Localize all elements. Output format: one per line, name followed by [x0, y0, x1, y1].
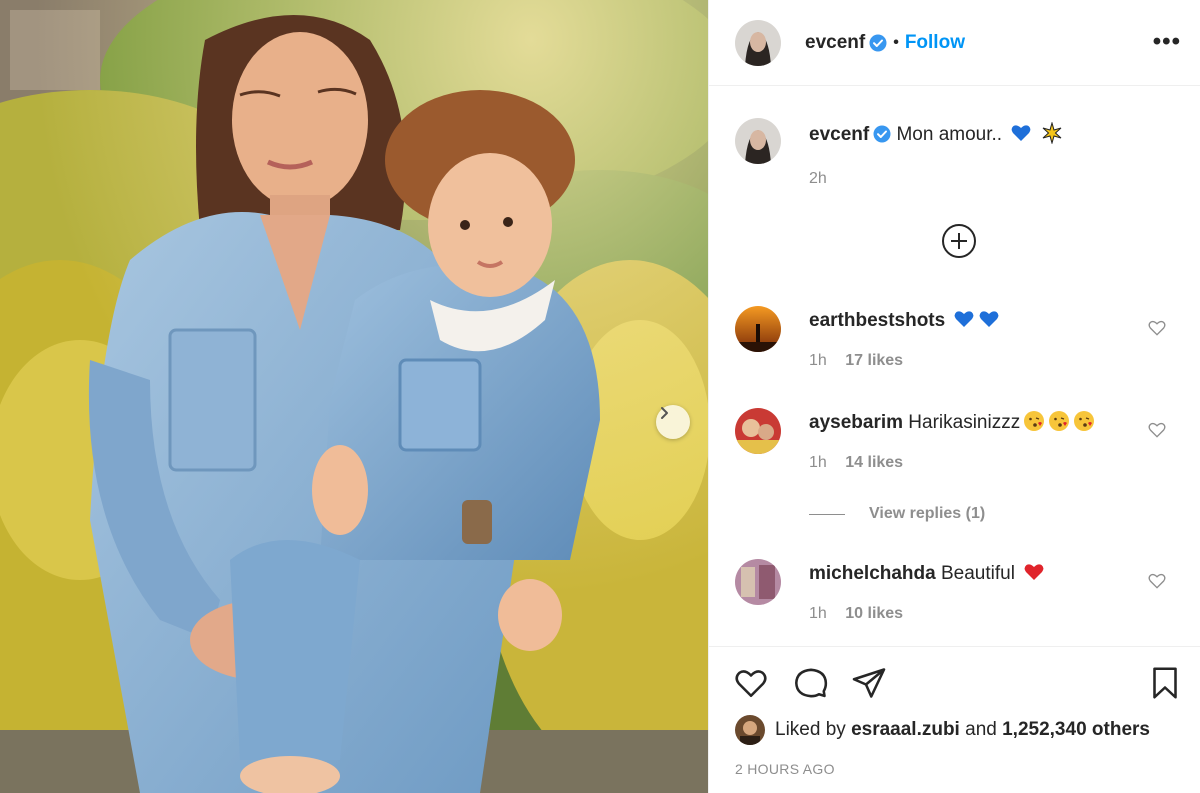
- follow-button[interactable]: Follow: [905, 32, 965, 54]
- caption-avatar[interactable]: [735, 118, 781, 164]
- avatar-image: [735, 559, 781, 605]
- kiss-face-icon: [1074, 411, 1095, 431]
- bookmark-icon[interactable]: [1147, 665, 1183, 701]
- chevron-right-icon: [661, 407, 668, 419]
- kiss-face-icon: [1049, 411, 1070, 431]
- comment-item: aysebarim Harikasinizzz 1h 14 likes: [735, 408, 1175, 471]
- post-actions: Liked by esraaal.zubi and 1,252,340 othe…: [709, 646, 1200, 793]
- comment-meta: 1h 17 likes: [809, 352, 903, 370]
- post-side-panel: evcenf • Follow ••• evcenf Mon amour.. 2…: [708, 0, 1200, 793]
- next-photo-button[interactable]: [656, 405, 690, 439]
- heart-outline-icon[interactable]: [733, 665, 769, 701]
- avatar-image: [735, 118, 781, 164]
- comment-body: aysebarim Harikasinizzz: [809, 408, 1095, 438]
- verified-badge-icon: [873, 125, 891, 143]
- comment-text: Beautiful: [941, 563, 1015, 584]
- caption: evcenf Mon amour..: [735, 118, 1063, 164]
- comment-username[interactable]: aysebarim: [809, 412, 903, 433]
- avatar-image: [735, 715, 765, 745]
- kiss-face-icon: [1024, 411, 1045, 431]
- comment-likes[interactable]: 10 likes: [845, 605, 903, 622]
- more-options-button[interactable]: •••: [1153, 28, 1181, 56]
- liked-by-user[interactable]: esraaal.zubi: [851, 719, 960, 741]
- avatar-image: [735, 408, 781, 454]
- comment-like-heart-icon[interactable]: [1147, 420, 1167, 440]
- comment-username[interactable]: earthbestshots: [809, 310, 945, 331]
- caption-text-line: evcenf Mon amour..: [809, 118, 1063, 164]
- comment-likes[interactable]: 14 likes: [845, 454, 903, 471]
- sparkle-icon: [1042, 122, 1061, 144]
- comment-time: 1h: [809, 605, 827, 622]
- separator-dot: •: [893, 33, 899, 51]
- plus-circle-icon: [942, 224, 976, 258]
- comment-meta: 1h 14 likes: [809, 454, 903, 472]
- post-timestamp[interactable]: 2 HOURS AGO: [735, 761, 835, 777]
- paper-plane-icon[interactable]: [851, 665, 887, 701]
- liker-avatar[interactable]: [735, 715, 765, 745]
- liked-by-line: Liked by esraaal.zubi and 1,252,340 othe…: [735, 715, 1150, 745]
- author-avatar[interactable]: [735, 19, 781, 66]
- comment-time: 1h: [809, 454, 827, 471]
- photo-illustration: [0, 0, 708, 793]
- post-photo[interactable]: [0, 0, 708, 793]
- caption-message: Mon amour..: [896, 124, 1003, 145]
- view-replies-label: View replies (1): [869, 505, 986, 522]
- comment-time: 1h: [809, 352, 827, 369]
- avatar-image: [735, 306, 781, 352]
- comment-like-heart-icon[interactable]: [1147, 318, 1167, 338]
- verified-badge-icon: [869, 34, 887, 51]
- comment-meta: 1h 10 likes: [809, 605, 903, 623]
- comment-username[interactable]: michelchahda: [809, 563, 936, 584]
- blue-heart-icon: [1011, 125, 1031, 141]
- comment-likes[interactable]: 17 likes: [845, 352, 903, 369]
- comment-body: michelchahda Beautiful: [809, 559, 1045, 589]
- caption-time: 2h: [809, 170, 827, 187]
- likes-count[interactable]: 1,252,340 others: [1002, 719, 1150, 741]
- commenter-avatar[interactable]: [735, 408, 781, 454]
- blue-heart-icon: [955, 311, 974, 327]
- comment-like-heart-icon[interactable]: [1147, 571, 1167, 591]
- view-replies-button[interactable]: View replies (1): [809, 505, 985, 523]
- comment-item: michelchahda Beautiful 1h 10 likes: [735, 559, 1175, 622]
- liked-by-and: and: [965, 719, 997, 740]
- caption-username[interactable]: evcenf: [809, 124, 869, 145]
- comment-bubble-icon[interactable]: [793, 665, 829, 701]
- load-more-comments-button[interactable]: [941, 223, 977, 264]
- comment-text: Harikasinizzz: [908, 412, 1021, 433]
- post-header: evcenf • Follow •••: [709, 0, 1200, 86]
- comment-item: earthbestshots 1h 17 likes: [735, 306, 1175, 369]
- liked-by-prefix: Liked by: [775, 719, 846, 740]
- comment-body: earthbestshots: [809, 306, 1000, 336]
- blue-heart-icon: [980, 311, 999, 327]
- author-username[interactable]: evcenf: [805, 32, 865, 54]
- commenter-avatar[interactable]: [735, 559, 781, 605]
- red-heart-icon: [1024, 564, 1044, 580]
- avatar-image: [735, 19, 781, 66]
- replies-divider-line: [809, 513, 845, 515]
- commenter-avatar[interactable]: [735, 306, 781, 352]
